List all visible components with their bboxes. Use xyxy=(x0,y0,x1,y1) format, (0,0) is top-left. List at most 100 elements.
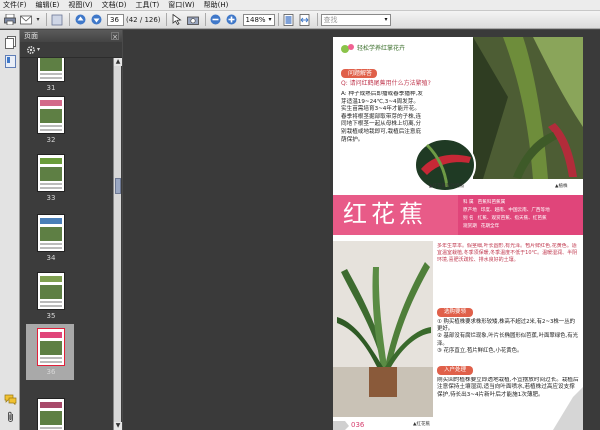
page-thumbnail[interactable] xyxy=(37,328,65,366)
zoom-in-icon[interactable] xyxy=(225,13,239,27)
thumbnail-text xyxy=(40,305,62,307)
plant-description: 多年生草本。假茎细,叶长圆形,有光泽。苞片鲜红色,花黄色。适宜温室栽植,冬季须保… xyxy=(437,243,578,263)
menu-edit[interactable]: 编辑(E) xyxy=(36,0,60,10)
question-text: Q: 请问红鹤尾蕉用什么方法繁殖? xyxy=(341,80,431,87)
email-icon[interactable] xyxy=(19,13,33,27)
document-viewport[interactable]: 轻松学养红掌花卉 问题解答 Q: 请问红鹤尾蕉用什么方法繁殖? A: 种子成熟后… xyxy=(123,30,600,430)
thumbnail-band xyxy=(40,332,62,338)
info-row: 别 名红蕉、观赏芭蕉、指天蕉、红芭蕉 xyxy=(463,215,581,223)
page-thumbnail[interactable] xyxy=(37,272,65,310)
info-key: 观赏期 xyxy=(463,224,477,229)
pdf-reader-window: 文件(F) 编辑(E) 视图(V) 文档(D) 工具(T) 窗口(W) 帮助(H… xyxy=(0,0,600,430)
fit-page-icon[interactable] xyxy=(282,13,296,27)
qa-section-title: 问题解答 xyxy=(347,70,372,77)
thumbnail-label: 31 xyxy=(46,84,56,92)
page-header: 轻松学养红掌花卉 xyxy=(357,45,406,52)
home-care-title: 入户处理 xyxy=(443,367,466,373)
thumbnail-image xyxy=(40,58,62,71)
chevron-down-icon: ▾ xyxy=(384,15,388,23)
menu-help[interactable]: 帮助(H) xyxy=(204,0,229,10)
page-count: (42 / 126) xyxy=(126,15,161,24)
thumbnail-text xyxy=(40,357,62,359)
panel-header: 页面 × xyxy=(20,30,122,42)
menu-view[interactable]: 视图(V) xyxy=(68,0,92,10)
scrollbar-thumb[interactable] xyxy=(115,178,121,194)
toolbar-divider xyxy=(69,13,70,26)
print-icon[interactable] xyxy=(3,13,17,27)
tip-item: ① 购买植株要求株形较矮,株高不超过2米,有2~3株一丛的更好。 xyxy=(437,319,575,333)
toolbar-divider xyxy=(46,13,47,26)
thumbnail-text xyxy=(40,129,62,131)
comments-icon[interactable] xyxy=(3,392,17,406)
info-row: 科 属芭蕉科芭蕉属 xyxy=(463,199,581,207)
menu-file[interactable]: 文件(F) xyxy=(3,0,27,10)
info-key: 原产地 xyxy=(463,208,477,213)
menu-bar: 文件(F) 编辑(E) 视图(V) 文档(D) 工具(T) 窗口(W) 帮助(H… xyxy=(0,0,600,11)
panel-scrollbar[interactable]: ▲ ▼ xyxy=(113,58,122,430)
options-gear-icon[interactable]: ▾ xyxy=(26,45,40,55)
select-tool-icon[interactable] xyxy=(170,13,184,27)
thumbnail-label: 36 xyxy=(46,368,56,376)
thumbnail-text xyxy=(40,77,62,79)
info-row: 观赏期 花期全年 xyxy=(463,223,581,231)
menu-window[interactable]: 窗口(W) xyxy=(168,0,194,10)
bookmarks-panel-icon[interactable] xyxy=(3,54,17,68)
zoom-out-icon[interactable] xyxy=(209,13,223,27)
zoom-value: 148% xyxy=(245,15,266,24)
info-key: 科 属 xyxy=(463,200,474,205)
toolbar-divider xyxy=(316,13,318,26)
page-thumbnail[interactable] xyxy=(37,154,65,192)
thumbnail-image xyxy=(40,227,62,241)
fit-width-icon[interactable] xyxy=(298,13,312,27)
thumbnail-image xyxy=(40,167,62,181)
thumbnail-text xyxy=(40,247,62,249)
thumbnail-label: 35 xyxy=(46,312,56,320)
search-hint: 查找 xyxy=(323,15,338,24)
page-number-input[interactable] xyxy=(107,13,124,26)
snapshot-icon[interactable] xyxy=(186,13,200,27)
panel-title: 页面 xyxy=(24,32,38,40)
toolbar: ▾ (42 / 126) 148% ▾ xyxy=(0,11,600,29)
thumbnail-text xyxy=(40,73,62,75)
pdf-page: 轻松学养红掌花卉 问题解答 Q: 请问红鹤尾蕉用什么方法繁殖? A: 种子成熟后… xyxy=(333,37,583,430)
thumbnail-text xyxy=(40,187,62,189)
page-thumbnail[interactable] xyxy=(37,214,65,252)
thumbnail-image xyxy=(40,411,62,425)
thumbnail-list: 31323334353637 xyxy=(20,58,114,430)
photo-caption: ▲红花蕉 xyxy=(413,422,430,427)
page-thumbnail[interactable] xyxy=(37,96,65,134)
thumbnail-band xyxy=(40,100,62,106)
scroll-up-icon[interactable]: ▲ xyxy=(114,58,122,66)
photo-caption: ▲植株 xyxy=(555,184,568,189)
next-page-icon[interactable] xyxy=(89,13,103,27)
pages-panel-icon[interactable] xyxy=(3,35,17,49)
scroll-down-icon[interactable]: ▼ xyxy=(114,422,122,430)
thumbnail-text xyxy=(40,427,62,429)
thumbnail-image xyxy=(40,109,62,123)
dropdown-arrow-icon[interactable]: ▾ xyxy=(35,13,41,27)
page-thumbnail[interactable] xyxy=(37,58,65,82)
home-care-text: 刚买回的植株要立即透地栽植,不宜摆放时间过长。栽植后注意保持土壤湿润,适当向叶面… xyxy=(437,377,579,398)
thumbnail-label: 32 xyxy=(46,136,56,144)
menu-document[interactable]: 文档(D) xyxy=(102,0,127,10)
zoom-select[interactable]: 148% ▾ xyxy=(242,13,275,26)
attachment-icon[interactable] xyxy=(3,410,17,424)
toolbar-divider xyxy=(165,13,167,26)
search-box[interactable]: 查找 ▾ xyxy=(320,13,391,26)
thumbnail-label: 33 xyxy=(46,194,56,202)
previous-page-icon[interactable] xyxy=(73,13,87,27)
menu-tools[interactable]: 工具(T) xyxy=(136,0,160,10)
hand-tool-icon[interactable] xyxy=(50,13,64,27)
close-icon[interactable]: × xyxy=(111,32,119,41)
photo-caption: ▲红花蕉苞叶近照 xyxy=(429,184,464,189)
tip-item: ③ 花序直立,苞片鲜红色,小花黄色。 xyxy=(437,347,523,354)
thumbnail-text xyxy=(40,183,62,185)
thumbnail-band xyxy=(40,218,62,224)
answer-text: A: 种子成熟后即播或春季播种,发芽适温19~24℃,3~4周发芽。实生苗需培育… xyxy=(341,91,423,143)
info-value: 红蕉、观赏芭蕉、指天蕉、红芭蕉 xyxy=(477,216,547,221)
buying-tips-list: ① 购买植株要求株形较矮,株高不超过2米,有2~3株一丛的更好。 ② 基部没有腐烂… xyxy=(437,319,579,355)
info-value: 芭蕉科芭蕉属 xyxy=(477,200,506,205)
thumbnail-label: 34 xyxy=(46,254,56,262)
page-number: 036 xyxy=(351,421,365,429)
page-thumbnail[interactable] xyxy=(37,398,65,430)
